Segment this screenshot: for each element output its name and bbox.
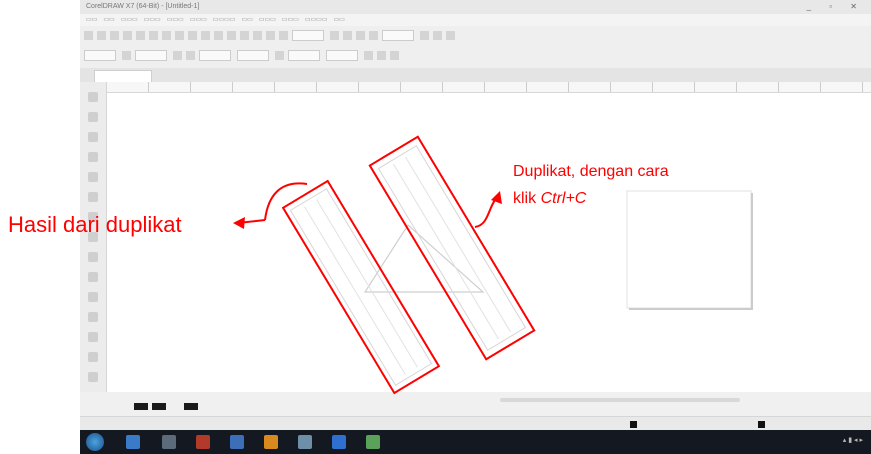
annotation-prefix: klik: [513, 190, 541, 207]
system-tray[interactable]: ▴ ▮ ◂ ▸: [843, 436, 863, 444]
pdf-taskbar-icon[interactable]: [196, 435, 210, 449]
page-rectangle[interactable]: [626, 190, 752, 309]
duplicate-band-highlight: [281, 179, 441, 395]
explorer-taskbar-icon[interactable]: [162, 435, 176, 449]
word-taskbar-icon[interactable]: [332, 435, 346, 449]
app-taskbar-icon[interactable]: [366, 435, 380, 449]
start-button-icon[interactable]: [86, 433, 104, 451]
folder-taskbar-icon[interactable]: [298, 435, 312, 449]
arrow-left-head-icon: [233, 217, 245, 229]
corel-taskbar-icon[interactable]: [264, 435, 278, 449]
original-band-highlight: [368, 135, 536, 361]
annotation-duplicate-howto-line1: Duplikat, dengan cara: [513, 163, 669, 180]
annotation-duplicate-result: Hasil dari duplikat: [8, 212, 182, 237]
annotation-shortcut: Ctrl+C: [540, 190, 587, 207]
duplicate-band[interactable]: [281, 179, 441, 395]
windows-taskbar: ▴ ▮ ◂ ▸: [80, 430, 871, 454]
ie-taskbar-icon[interactable]: [126, 435, 140, 449]
annotation-duplicate-howto-line2: klik Ctrl+C: [513, 190, 586, 208]
original-band[interactable]: [368, 135, 536, 361]
arrow-right-curve: [474, 199, 496, 228]
mail-taskbar-icon[interactable]: [230, 435, 244, 449]
